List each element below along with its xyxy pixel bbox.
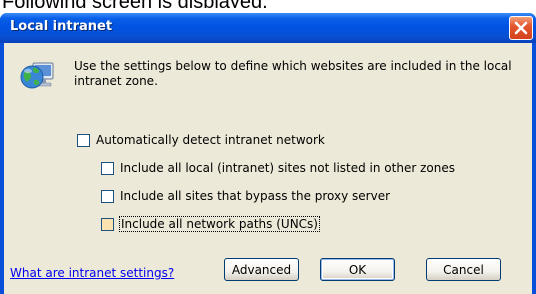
auto-detect-checkbox[interactable] [77,133,90,147]
include-bypass-checkbox[interactable] [101,189,114,203]
include-unc-label[interactable]: Include all network paths (UNCs) [119,216,320,232]
auto-detect-option[interactable]: Automatically detect intranet network [77,133,325,147]
include-bypass-option[interactable]: Include all sites that bypass the proxy … [101,189,390,203]
auto-detect-label[interactable]: Automatically detect intranet network [96,133,325,147]
include-unc-option[interactable]: Include all network paths (UNCs) [101,216,320,232]
title-bar[interactable]: Local intranet [0,13,536,43]
include-bypass-label[interactable]: Include all sites that bypass the proxy … [120,189,390,203]
include-local-option[interactable]: Include all local (intranet) sites not l… [101,161,455,175]
cancel-button[interactable]: Cancel [426,258,501,281]
include-local-label[interactable]: Include all local (intranet) sites not l… [120,161,455,175]
local-intranet-dialog: Local intranet Use the settings below to… [0,13,536,294]
dialog-body: Use the settings below to define which w… [4,43,532,294]
page-caption: Following screen is displayed. [0,0,536,8]
close-icon [514,21,528,35]
ok-button[interactable]: OK [320,258,395,281]
include-local-checkbox[interactable] [101,161,114,175]
intranet-settings-help-link[interactable]: What are intranet settings? [10,266,174,280]
advanced-button[interactable]: Advanced [224,258,299,281]
intranet-description: Use the settings below to define which w… [74,59,512,88]
dialog-title: Local intranet [10,19,113,34]
include-unc-checkbox[interactable] [101,217,114,231]
close-button[interactable] [509,16,533,40]
globe-computer-icon [20,62,54,89]
